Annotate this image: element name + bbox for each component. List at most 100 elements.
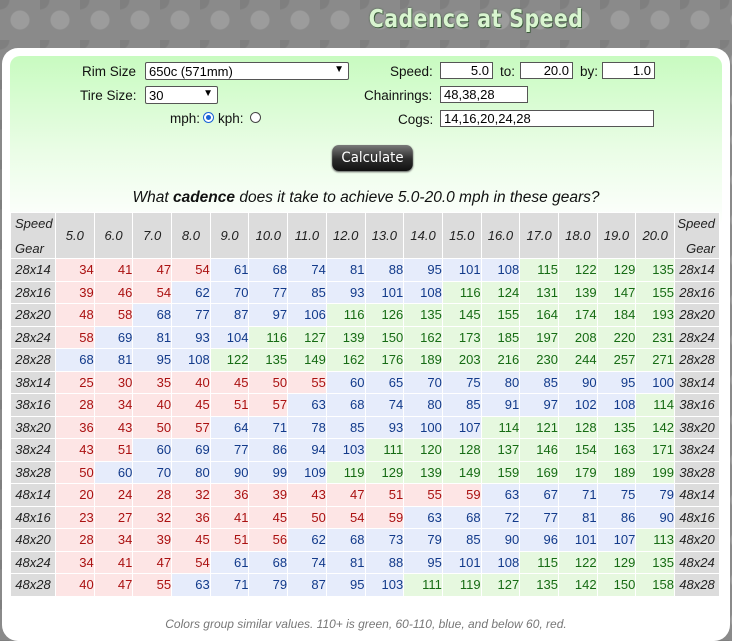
cadence-cell: 60	[325, 370, 366, 394]
cadence-cell: 127	[480, 573, 521, 597]
cadence-cell: 75	[441, 370, 482, 394]
cadence-cell: 64	[209, 415, 250, 439]
rim-size-select[interactable]: 650c (571mm) ▼	[145, 62, 349, 80]
cadence-cell: 63	[480, 483, 521, 507]
cadence-cell: 90	[635, 505, 675, 529]
cadence-cell: 162	[403, 325, 443, 349]
cadence-cell: 28	[132, 483, 173, 507]
cadence-cell: 40	[132, 393, 173, 417]
cadence-cell: 60	[93, 460, 134, 484]
cadence-cell: 48	[55, 303, 95, 327]
cadence-cell: 67	[519, 483, 559, 507]
cadence-cell: 106	[287, 303, 327, 327]
cadence-cell: 108	[480, 550, 521, 574]
cadence-cell: 171	[635, 438, 675, 462]
cadence-cell: 51	[93, 438, 134, 462]
cadence-cell: 162	[325, 348, 366, 372]
speed-to-label: to:	[500, 64, 516, 79]
speed-column-header: 19.0	[596, 212, 637, 259]
speed-column-header: 9.0	[209, 212, 250, 259]
cadence-cell: 32	[171, 483, 211, 507]
chevron-down-icon: ▼	[203, 88, 213, 99]
cadence-cell: 65	[364, 370, 405, 394]
cadence-cell: 80	[480, 370, 521, 394]
cadence-cell: 114	[635, 393, 675, 417]
cadence-cell: 95	[132, 348, 173, 372]
cadence-cell: 94	[287, 438, 327, 462]
cadence-cell: 111	[364, 438, 405, 462]
cadence-cell: 85	[287, 280, 327, 304]
cadence-cell: 24	[93, 483, 134, 507]
calculate-button[interactable]: Calculate	[332, 145, 413, 171]
kph-radio[interactable]	[250, 112, 261, 123]
cadence-cell: 101	[441, 258, 482, 282]
cadence-cell: 115	[519, 258, 559, 282]
gear-label: 28x16	[10, 280, 56, 304]
cadence-cell: 189	[403, 348, 443, 372]
cadence-cell: 51	[364, 483, 405, 507]
gear-label: 48x16	[10, 505, 56, 529]
speed-column-header: 20.0	[635, 212, 675, 259]
cadence-cell: 77	[519, 505, 559, 529]
cadence-cell: 41	[93, 550, 134, 574]
table-row: 48x24 34 41 47 54 61 68 74 81 88 95 101 108 115 122 129…	[10, 550, 720, 574]
cadence-cell: 40	[171, 370, 211, 394]
chevron-down-icon: ▼	[334, 64, 344, 75]
cadence-cell: 75	[596, 483, 637, 507]
mph-radio[interactable]	[203, 112, 214, 123]
cadence-cell: 93	[364, 415, 405, 439]
cadence-cell: 41	[93, 258, 134, 282]
tire-size-select[interactable]: 30 ▼	[145, 86, 218, 104]
cadence-cell: 88	[364, 550, 405, 574]
cadence-cell: 71	[248, 415, 289, 439]
tire-size-label: Tire Size:	[80, 88, 137, 103]
cadence-cell: 58	[93, 303, 134, 327]
cadence-cell: 70	[403, 370, 443, 394]
question-bold: cadence	[172, 189, 236, 206]
cadence-cell: 90	[209, 460, 250, 484]
cadence-cell: 28	[55, 393, 95, 417]
cadence-cell: 50	[132, 415, 173, 439]
question-prefix: What	[132, 189, 173, 206]
speed-column-header: 5.0	[55, 212, 95, 259]
cadence-cell: 81	[132, 325, 173, 349]
mph-label: mph:	[170, 111, 201, 126]
cadence-cell: 137	[480, 438, 521, 462]
cadence-cell: 91	[480, 393, 521, 417]
cadence-cell: 129	[364, 460, 405, 484]
gear-label: 28x14	[674, 258, 720, 282]
cadence-cell: 199	[635, 460, 675, 484]
cadence-cell: 71	[209, 573, 250, 597]
gear-label: 38x28	[674, 460, 720, 484]
speed-header-label: Speed	[677, 216, 715, 231]
corner-header-left: Speed Gear	[10, 212, 56, 259]
speed-column-header: 18.0	[557, 212, 598, 259]
cadence-cell: 114	[480, 415, 521, 439]
speed-to-input[interactable]	[520, 62, 573, 79]
table-row: 48x16 23 27 32 36 41 45 50 54 59 63 68 72 77 81 86 90 48x…	[10, 505, 720, 529]
cogs-input[interactable]	[440, 110, 654, 127]
cadence-cell: 131	[519, 280, 559, 304]
speed-by-input[interactable]	[602, 62, 655, 79]
cadence-cell: 50	[248, 370, 289, 394]
gear-label: 28x14	[10, 258, 56, 282]
gear-label: 38x20	[674, 415, 720, 439]
cadence-cell: 139	[557, 280, 598, 304]
speed-column-header: 7.0	[132, 212, 173, 259]
cadence-cell: 68	[55, 348, 95, 372]
table-row: 28x14 34 41 47 54 61 68 74 81 88 95 101 108 115 122 129…	[10, 258, 720, 282]
gear-label: 38x24	[674, 438, 720, 462]
speed-from-input[interactable]	[440, 62, 493, 79]
speed-column-header: 15.0	[441, 212, 482, 259]
gear-label: 38x24	[10, 438, 56, 462]
cadence-cell: 59	[441, 483, 482, 507]
chainrings-input[interactable]	[440, 86, 528, 103]
cadence-cell: 139	[403, 460, 443, 484]
cadence-cell: 159	[480, 460, 521, 484]
gear-label: 48x14	[674, 483, 720, 507]
kph-label: kph:	[218, 111, 244, 126]
cadence-cell: 34	[93, 528, 134, 552]
page-title: Cadence at Speed	[368, 4, 584, 33]
gear-label: 48x14	[10, 483, 56, 507]
cadence-cell: 88	[364, 258, 405, 282]
